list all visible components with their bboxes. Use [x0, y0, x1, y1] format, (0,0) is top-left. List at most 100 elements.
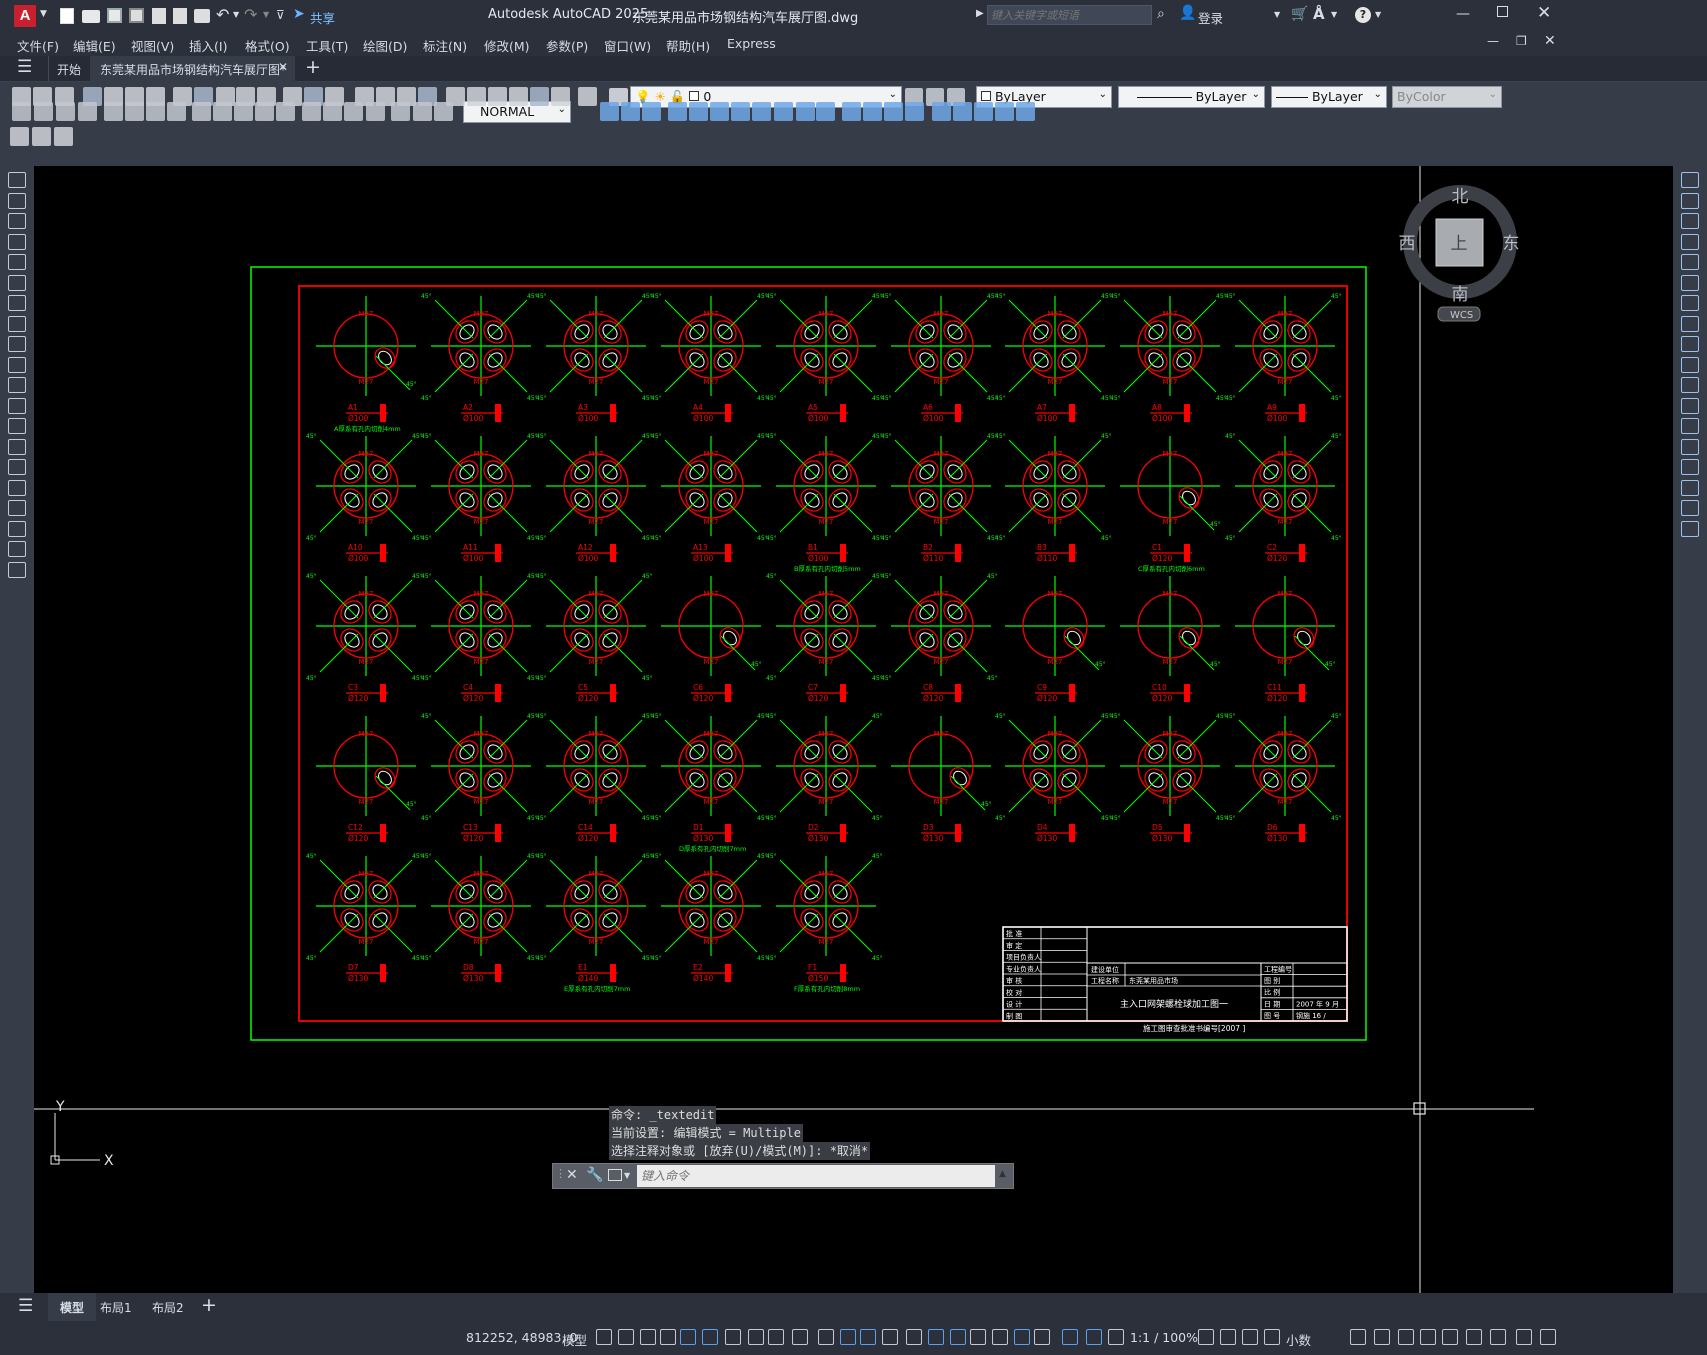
login-dropdown-icon[interactable]: ▼	[1274, 10, 1280, 19]
draw-tool-9[interactable]	[8, 356, 26, 373]
toolbar-row1-tool-22[interactable]	[509, 87, 528, 106]
menu-dimension[interactable]: 标注(N)	[423, 36, 467, 55]
toolbar-row2-tool-27[interactable]	[752, 102, 771, 121]
toolbar-row2-tool-13[interactable]	[302, 102, 321, 121]
toolbar-row2-tool-19[interactable]	[434, 102, 453, 121]
toolbar-row2-tool-32[interactable]	[863, 102, 882, 121]
toolbar-row2-tool-11[interactable]	[255, 102, 274, 121]
tab-layout2[interactable]: 布局2	[152, 1299, 184, 1316]
share-icon[interactable]: ➤	[293, 6, 305, 22]
status-toggle-35[interactable]	[1516, 1329, 1532, 1345]
status-toggle-12[interactable]	[860, 1329, 876, 1345]
status-toggle-33[interactable]	[1466, 1329, 1482, 1345]
status-toggle-6[interactable]	[725, 1329, 741, 1345]
draw-tool-8[interactable]	[8, 336, 26, 352]
status-toggle-4[interactable]	[680, 1329, 696, 1345]
model-space-button[interactable]: 模型	[562, 1330, 587, 1349]
status-toggle-16[interactable]	[950, 1329, 966, 1345]
draw-tool-0[interactable]	[8, 172, 26, 188]
toolbar-row2-tool-4[interactable]	[104, 102, 123, 121]
modify-tool-3[interactable]	[1681, 233, 1699, 250]
coordinates-readout[interactable]: 812252, 48983, 0	[466, 1330, 577, 1345]
toolbar-row2-tool-3[interactable]	[78, 102, 97, 121]
status-toggle-18[interactable]	[992, 1329, 1008, 1345]
tab-model[interactable]: 模型	[48, 1293, 96, 1321]
app-menu-chevron-icon[interactable]: ▼	[40, 9, 47, 19]
toolbar-row2-tool-5[interactable]	[125, 102, 144, 121]
tab-close-icon[interactable]: ✕	[278, 60, 288, 74]
status-toggle-11[interactable]	[840, 1329, 856, 1345]
draw-tool-3[interactable]	[8, 233, 26, 250]
modify-tool-16[interactable]	[1681, 500, 1699, 516]
open-file-icon[interactable]	[82, 10, 100, 23]
menu-draw[interactable]: 绘图(D)	[363, 36, 407, 55]
draw-tool-4[interactable]	[8, 254, 26, 270]
status-toggle-27[interactable]	[1264, 1329, 1280, 1345]
status-toggle-13[interactable]	[882, 1329, 898, 1345]
toolbar-row2-tool-7[interactable]	[167, 102, 186, 121]
toolbar-row2-tool-26[interactable]	[731, 102, 750, 121]
toolbar-row2-tool-18[interactable]	[413, 102, 432, 121]
toolbar-row2-tool-16[interactable]	[366, 102, 385, 121]
plot-icon[interactable]	[194, 9, 210, 23]
toolbar-row2-tool-31[interactable]	[842, 102, 861, 121]
toolbar-row2-tool-29[interactable]	[796, 102, 815, 121]
toolbar-row2-tool-10[interactable]	[234, 102, 253, 121]
toolbar-row2-tool-34[interactable]	[905, 102, 924, 121]
toolbar-row2-tool-33[interactable]	[884, 102, 903, 121]
toolbar-row2-tool-24[interactable]	[689, 102, 708, 121]
doc-minimize-icon[interactable]: —	[1487, 34, 1499, 48]
autodesk-dropdown-icon[interactable]: ▼	[1331, 10, 1337, 19]
modify-tool-2[interactable]	[1681, 213, 1699, 229]
status-toggle-34[interactable]	[1490, 1329, 1506, 1345]
hamburger-menu-icon[interactable]: ☰	[17, 57, 32, 77]
autodesk-app-icon[interactable]: Å	[1313, 5, 1325, 23]
modify-tool-11[interactable]	[1681, 397, 1699, 414]
toolbar-row1-tool-20[interactable]	[467, 87, 486, 106]
command-input[interactable]	[637, 1165, 995, 1187]
menu-help[interactable]: 帮助(H)	[666, 36, 710, 55]
draw-tool-7[interactable]	[8, 315, 26, 332]
annotation-scale-value[interactable]: 1:1 / 100%	[1130, 1330, 1198, 1345]
drawing-canvas[interactable]: M27 M27 45° A1 Ø100 A厚系有孔内切削4mm M27 M27 45° 45° 45…	[34, 166, 1673, 1293]
command-close-icon[interactable]: ✕	[566, 1167, 578, 1183]
menu-tools[interactable]: 工具(T)	[306, 36, 348, 55]
status-toggle-36[interactable]	[1540, 1329, 1556, 1345]
toolbar-row1-tool-25[interactable]	[578, 87, 597, 106]
toolbar-row3-tool-1[interactable]	[32, 127, 51, 146]
search-input[interactable]	[987, 5, 1152, 25]
draw-tool-15[interactable]	[8, 479, 26, 496]
save-icon[interactable]	[107, 8, 122, 23]
command-grip-icon[interactable]: ⋮	[555, 1167, 566, 1180]
doc-close-icon[interactable]: ✕	[1544, 33, 1556, 49]
login-label[interactable]: 登录	[1198, 8, 1223, 27]
toolbar-row2-tool-37[interactable]	[974, 102, 993, 121]
toolbar-row3-tool-2[interactable]	[54, 127, 73, 146]
undo-icon[interactable]: ↶	[216, 5, 229, 24]
linetype-dropdown[interactable]: ByLayer ⌄	[1118, 86, 1265, 108]
modify-tool-17[interactable]	[1681, 520, 1699, 537]
status-toggle-0[interactable]	[596, 1329, 612, 1345]
draw-tool-10[interactable]	[8, 377, 26, 393]
tab-document[interactable]: 东莞某用品市场钢结构汽车展厅图* ✕	[90, 56, 295, 82]
toolbar-row2-tool-30[interactable]	[816, 102, 835, 121]
cart-icon[interactable]: 🛒	[1291, 6, 1308, 22]
status-toggle-22[interactable]	[1086, 1329, 1102, 1345]
toolbar-row2-tool-1[interactable]	[34, 102, 53, 121]
toolbar-row2-tool-35[interactable]	[932, 102, 951, 121]
draw-tool-1[interactable]	[8, 192, 26, 209]
modify-tool-13[interactable]	[1681, 438, 1699, 455]
modify-tool-1[interactable]	[1681, 192, 1699, 209]
share-label[interactable]: 共享	[310, 8, 335, 27]
lineweight-dropdown[interactable]: ByLayer ⌄	[1271, 86, 1387, 108]
app-logo-icon[interactable]: A	[14, 5, 36, 27]
toolbar-row2-tool-25[interactable]	[710, 102, 729, 121]
menu-insert[interactable]: 插入(I)	[189, 36, 227, 55]
command-recent-icon[interactable]	[608, 1169, 622, 1181]
menu-window[interactable]: 窗口(W)	[604, 36, 651, 55]
menu-parametric[interactable]: 参数(P)	[546, 36, 588, 55]
status-toggle-14[interactable]	[906, 1329, 922, 1345]
status-toggle-29[interactable]	[1374, 1329, 1390, 1345]
user-icon[interactable]: 👤	[1179, 5, 1196, 21]
toolbar-row2-tool-22[interactable]	[642, 102, 661, 121]
